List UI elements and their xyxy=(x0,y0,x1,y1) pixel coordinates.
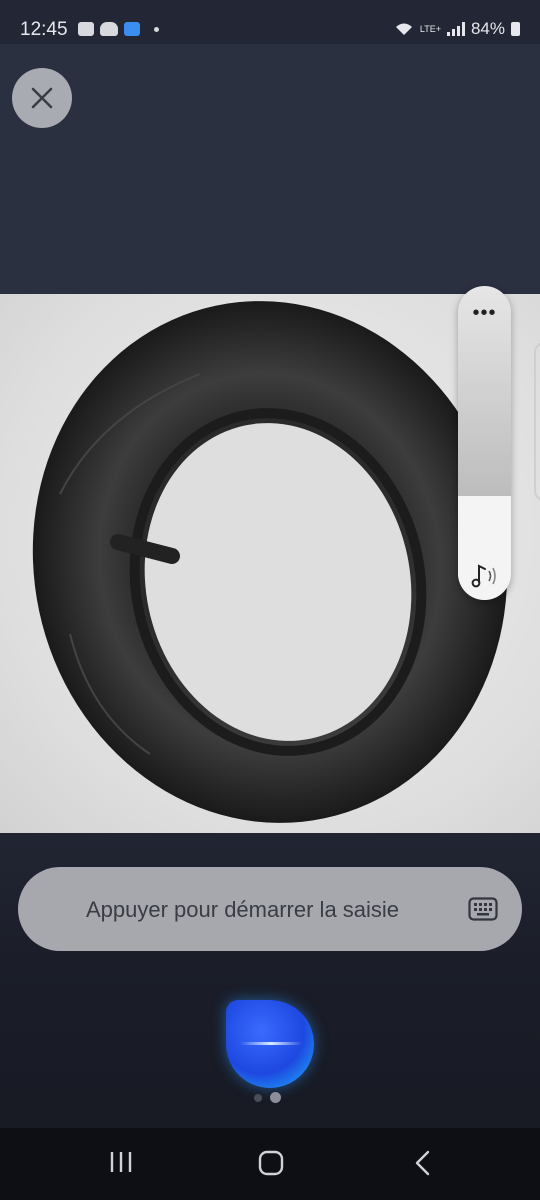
close-button[interactable] xyxy=(12,68,72,128)
page-dot-1 xyxy=(254,1093,262,1102)
keyboard-icon[interactable] xyxy=(468,897,498,921)
wifi-icon xyxy=(395,23,412,35)
more-notifications-dot xyxy=(154,27,159,32)
page-dot-2 xyxy=(270,1092,281,1103)
app-notification-icon xyxy=(124,22,140,36)
navigation-bar xyxy=(0,1128,540,1200)
recents-icon[interactable] xyxy=(108,1150,134,1174)
input-placeholder: Appuyer pour démarrer la saisie xyxy=(86,897,400,922)
status-time: 12:45 xyxy=(20,19,68,40)
home-icon[interactable] xyxy=(258,1150,284,1176)
battery-icon xyxy=(511,22,520,36)
page-indicator xyxy=(254,1092,281,1103)
cloud-icon xyxy=(100,22,118,36)
text-input-bar[interactable]: Appuyer pour démarrer la saisie xyxy=(18,867,522,951)
edge-panel-handle[interactable] xyxy=(534,342,540,501)
music-note-icon xyxy=(471,564,496,588)
back-icon[interactable] xyxy=(412,1150,434,1176)
battery-percent: 84% xyxy=(470,19,505,38)
close-icon xyxy=(31,87,53,109)
notification-icon xyxy=(78,22,94,36)
voice-assistant-button[interactable] xyxy=(226,1000,314,1088)
more-options-button[interactable]: ••• xyxy=(458,302,511,325)
signal-icon xyxy=(446,22,465,36)
status-right: LTE+ 84% xyxy=(394,19,520,39)
voice-wave-line xyxy=(240,1042,302,1045)
network-type: LTE+ xyxy=(419,23,441,34)
status-bar: 12:45 LTE+ 84% xyxy=(0,0,540,44)
volume-slider[interactable]: ••• xyxy=(458,286,511,600)
